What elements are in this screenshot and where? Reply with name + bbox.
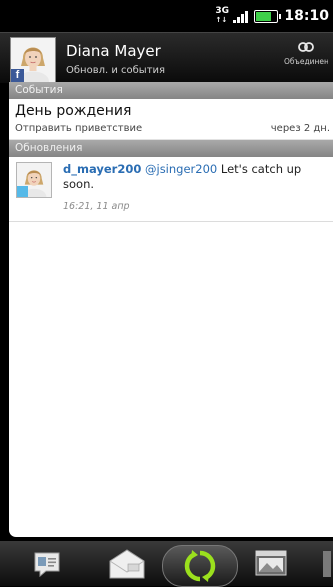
battery-icon — [254, 9, 282, 23]
gallery-icon — [255, 550, 287, 575]
network-indicator: 3G ↑↓ — [215, 6, 230, 25]
network-type: 3G — [215, 6, 230, 16]
tab-profile[interactable] — [23, 541, 71, 586]
update-username[interactable]: d_mayer200 — [63, 162, 141, 176]
status-icons: 3G ↑↓ 18:10 — [215, 0, 329, 32]
update-avatar — [16, 162, 52, 198]
contact-avatar[interactable]: f — [10, 37, 56, 83]
envelope-icon — [109, 548, 145, 578]
twitter-icon — [17, 186, 28, 197]
event-title: День рождения — [15, 103, 132, 119]
facebook-icon: f — [11, 69, 24, 82]
tab-updates[interactable] — [162, 541, 238, 587]
linked-contacts-button[interactable]: Объединенный — [279, 33, 333, 83]
tab-messages[interactable] — [98, 541, 156, 586]
tab-more[interactable] — [320, 541, 333, 586]
event-time: через 2 дн. — [270, 123, 330, 134]
tab-updates-active-pill — [162, 544, 238, 587]
contact-header: f Diana Mayer Обновл. и события Объедине… — [0, 32, 333, 83]
link-icon — [298, 42, 314, 52]
refresh-icon — [184, 549, 216, 582]
update-text: d_mayer200 @jsinger200 Let's catch up so… — [63, 162, 325, 192]
more-icon — [322, 550, 331, 577]
contact-name: Diana Mayer — [66, 42, 161, 60]
status-bar: 3G ↑↓ 18:10 — [0, 0, 333, 32]
update-item[interactable]: d_mayer200 @jsinger200 Let's catch up so… — [9, 157, 333, 222]
clock: 18:10 — [284, 8, 329, 24]
event-item[interactable]: День рождения Отправить приветствие чере… — [9, 99, 333, 140]
events-section-header: События — [9, 82, 333, 99]
bottom-tab-bar — [0, 541, 333, 587]
content-panel: События День рождения Отправить приветст… — [9, 82, 333, 537]
tab-gallery[interactable] — [245, 541, 297, 586]
linked-contacts-label: Объединенный — [284, 57, 328, 66]
update-mention[interactable]: @jsinger200 — [145, 162, 217, 176]
profile-card-icon — [34, 552, 60, 577]
event-action: Отправить приветствие — [15, 123, 143, 134]
update-timestamp: 16:21, 11 апр — [63, 201, 130, 212]
updates-section-header: Обновления — [9, 140, 333, 157]
battery-fill — [256, 11, 272, 21]
network-arrows: ↑↓ — [215, 16, 228, 24]
signal-icon — [233, 9, 249, 23]
contact-subtitle: Обновл. и события — [66, 65, 166, 76]
